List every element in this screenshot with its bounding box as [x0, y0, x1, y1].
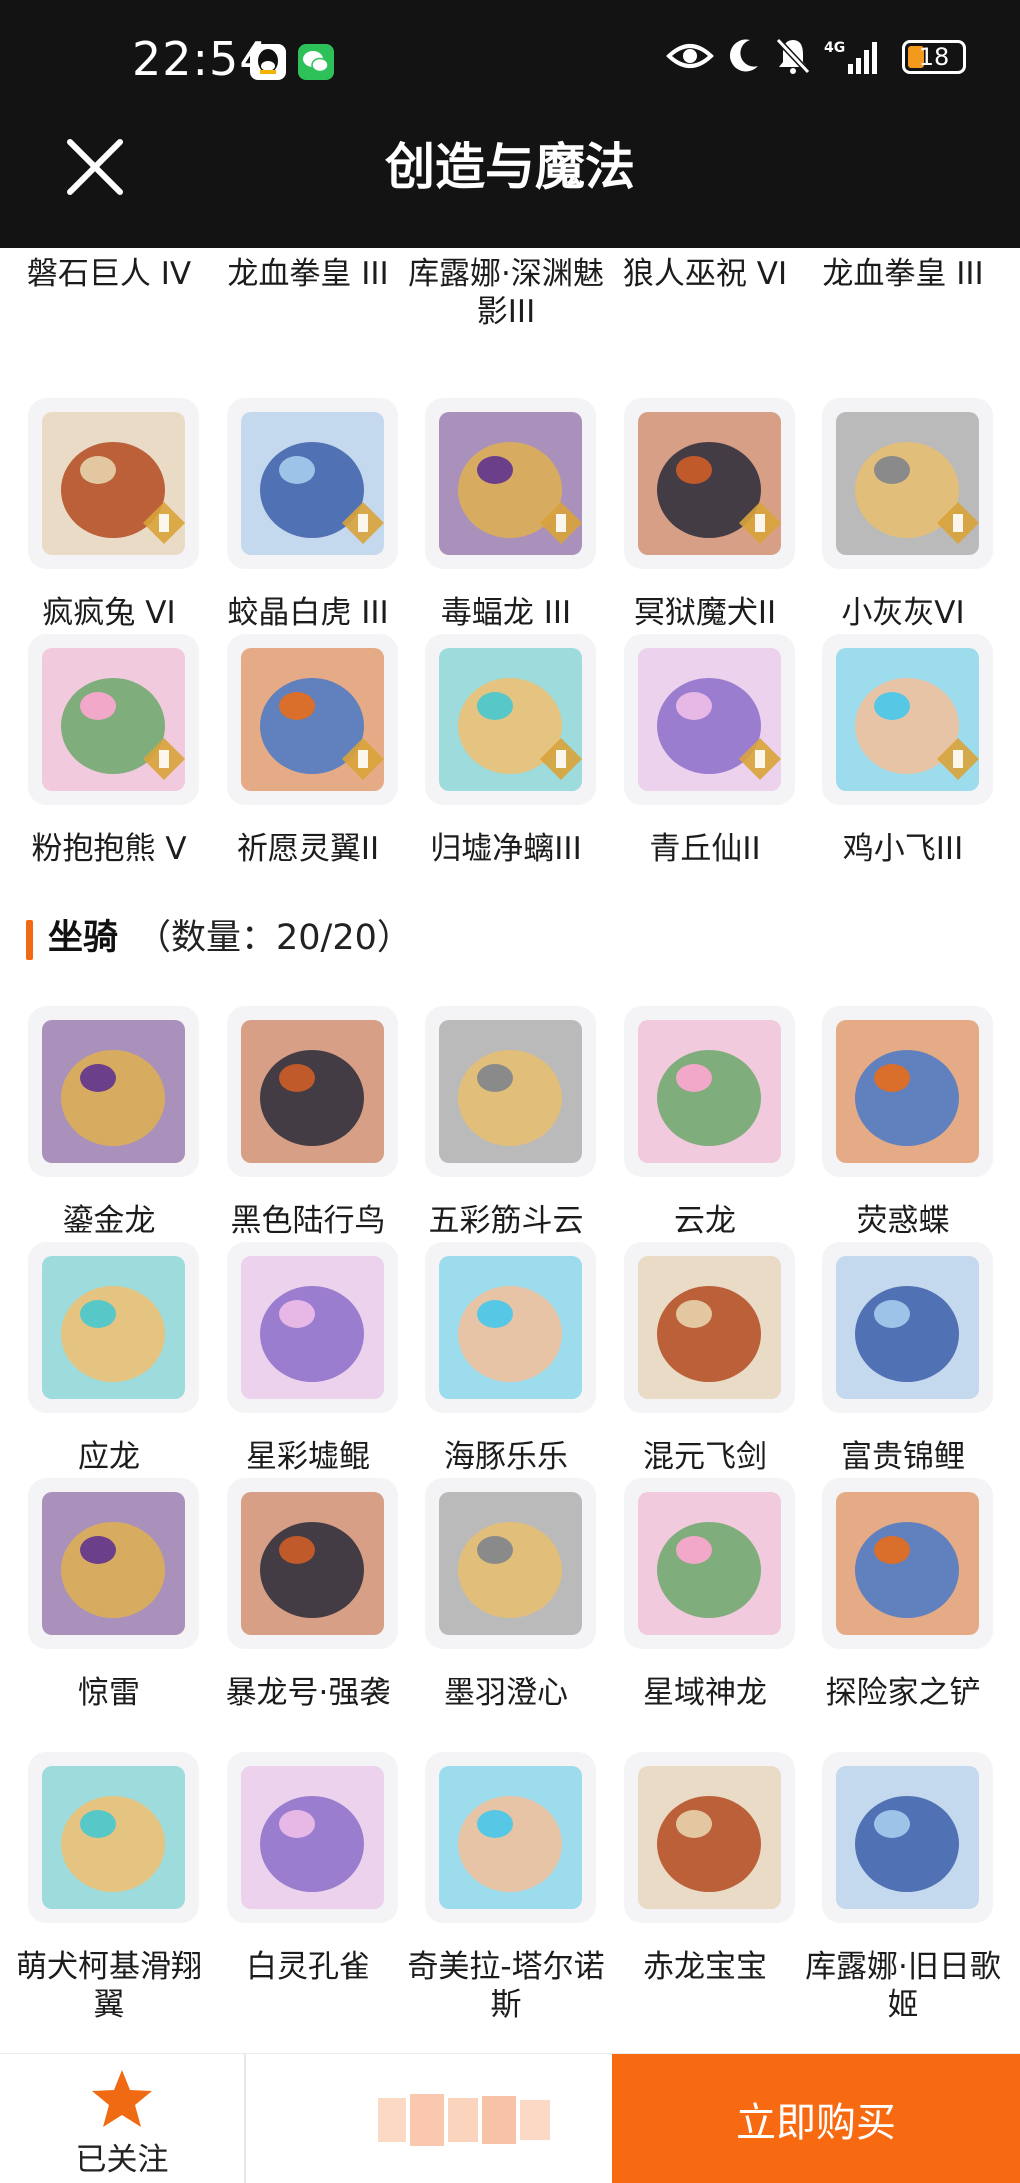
item-label: 墨羽澄心	[444, 1675, 568, 1711]
item-label: 富贵锦鲤	[841, 1439, 965, 1475]
battery-icon: 18	[902, 40, 966, 74]
item-label: 海豚乐乐	[444, 1439, 568, 1475]
item-image	[227, 1006, 398, 1177]
status-time: 22:54	[132, 32, 270, 86]
item-image	[425, 1006, 596, 1177]
item-label: 鎏金龙	[62, 1203, 156, 1239]
item-image	[28, 1478, 199, 1649]
network-type: 4G	[824, 40, 845, 56]
item-image	[822, 634, 993, 805]
item-image	[624, 398, 795, 569]
item-label: 粉抱抱熊 V	[31, 831, 187, 867]
item-label: 应龙	[78, 1439, 140, 1475]
item-label: 库露娜·深渊魅影III	[408, 256, 604, 330]
item-label: 荧惑蝶	[856, 1203, 950, 1239]
price-redacted	[378, 2092, 554, 2148]
item-image	[227, 1478, 398, 1649]
item-image	[28, 398, 199, 569]
item-label: 黑色陆行鸟	[230, 1203, 386, 1239]
item-label: 磐石巨人 IV	[26, 256, 192, 292]
item-image	[822, 1752, 993, 1923]
item-image	[28, 1242, 199, 1413]
item-label: 冥狱魔犬II	[633, 595, 777, 631]
item-label: 五彩筋斗云	[428, 1203, 584, 1239]
item-label: 疯疯兔 VI	[42, 595, 176, 631]
top-bar: 22:54 4G 18 创造与魔法	[0, 0, 1020, 248]
item-image	[28, 1752, 199, 1923]
item-label: 蛟晶白虎 III	[227, 595, 389, 631]
item-image	[822, 1006, 993, 1177]
eye-icon	[666, 36, 714, 80]
star-icon	[92, 2070, 152, 2127]
item-image	[624, 634, 795, 805]
section-count: （数量：20/20）	[136, 918, 412, 958]
item-label: 星域神龙	[643, 1675, 767, 1711]
item-image	[425, 634, 596, 805]
battery-level: 18	[918, 43, 950, 71]
follow-label: 已关注	[75, 2142, 169, 2178]
item-image	[28, 1006, 199, 1177]
item-image	[227, 1242, 398, 1413]
item-image	[624, 1752, 795, 1923]
item-label: 龙血拳皇 III	[227, 256, 389, 292]
item-label: 龙血拳皇 III	[822, 256, 984, 292]
item-label: 混元飞剑	[643, 1439, 767, 1475]
divider	[244, 2054, 246, 2183]
status-icons: 4G 18	[666, 36, 966, 84]
item-image	[425, 1242, 596, 1413]
item-label: 赤龙宝宝	[643, 1949, 767, 1985]
section-title: 坐骑	[48, 918, 119, 958]
item-label: 云龙	[674, 1203, 736, 1239]
item-label: 鸡小飞III	[842, 831, 964, 867]
item-label: 惊雷	[78, 1675, 140, 1711]
item-label: 星彩墟鲲	[246, 1439, 370, 1475]
item-image	[425, 398, 596, 569]
item-label: 暴龙号·强袭	[225, 1675, 391, 1711]
buy-now-label: 立即购买	[736, 2100, 896, 2146]
item-label: 归墟净螭III	[430, 831, 582, 867]
item-label: 小灰灰VI	[841, 595, 965, 631]
item-image	[227, 1752, 398, 1923]
qq-icon	[250, 44, 286, 80]
item-image	[425, 1478, 596, 1649]
bell-muted-icon	[774, 36, 812, 80]
item-label: 祈愿灵翼II	[236, 831, 380, 867]
wechat-icon	[298, 44, 334, 80]
bottom-bar: 已关注 立即购买	[0, 2053, 1020, 2183]
page-title: 创造与魔法	[385, 138, 635, 196]
item-label: 萌犬柯基滑翔翼	[16, 1949, 202, 2023]
item-image	[425, 1752, 596, 1923]
item-image	[822, 1478, 993, 1649]
item-label: 狼人巫祝 VI	[622, 256, 788, 292]
item-image	[822, 398, 993, 569]
item-image	[227, 634, 398, 805]
moon-icon	[726, 36, 762, 80]
item-image	[624, 1242, 795, 1413]
buy-now-button[interactable]: 立即购买	[612, 2054, 1020, 2183]
item-label: 奇美拉-塔尔诺斯	[407, 1949, 605, 2023]
item-image	[822, 1242, 993, 1413]
item-image	[624, 1006, 795, 1177]
content-scroll[interactable]: 磐石巨人 IV 龙血拳皇 III 库露娜·深渊魅影III 狼人巫祝 VI 龙血拳皇 II…	[0, 248, 1020, 2053]
signal-icon: 4G	[824, 36, 884, 84]
item-label: 白灵孔雀	[246, 1949, 370, 1985]
item-image	[28, 634, 199, 805]
item-label: 库露娜·旧日歌姬	[805, 1949, 1001, 2023]
item-label: 探险家之铲	[825, 1675, 981, 1711]
item-label: 青丘仙II	[649, 831, 761, 867]
item-image	[624, 1478, 795, 1649]
follow-button[interactable]: 已关注	[0, 2054, 244, 2183]
item-label: 毒蝠龙 III	[440, 595, 572, 631]
item-image	[227, 398, 398, 569]
